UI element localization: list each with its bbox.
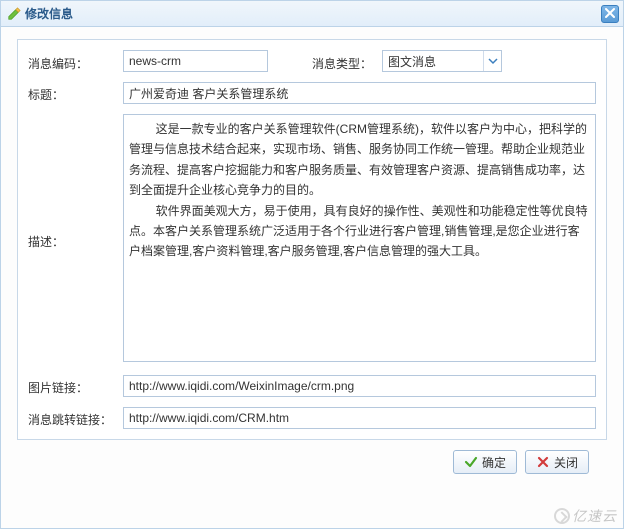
msg-code-input[interactable] <box>123 50 268 72</box>
row-description: 描述： <box>28 114 596 365</box>
jump-link-input[interactable] <box>123 407 596 429</box>
window-close-button[interactable] <box>601 5 619 23</box>
label-image-link: 图片链接： <box>28 375 123 396</box>
label-msg-type: 消息类型： <box>312 51 382 72</box>
ok-button-label: 确定 <box>482 454 506 471</box>
edit-info-window: 修改信息 消息编码： 消息类型： 图文消息 <box>0 0 624 529</box>
row-code-type: 消息编码： 消息类型： 图文消息 <box>28 50 596 72</box>
watermark-icon <box>554 508 570 524</box>
label-title: 标题： <box>28 82 123 103</box>
edit-icon <box>7 7 21 21</box>
watermark-text: 亿速云 <box>572 506 617 526</box>
window-title: 修改信息 <box>25 5 73 22</box>
title-input[interactable] <box>123 82 596 104</box>
image-link-input[interactable] <box>123 375 596 397</box>
button-bar: 确定 关闭 <box>17 440 607 474</box>
row-title: 标题： <box>28 82 596 104</box>
ok-button[interactable]: 确定 <box>453 450 517 474</box>
titlebar: 修改信息 <box>1 1 623 27</box>
form-body: 消息编码： 消息类型： 图文消息 标题： <box>1 27 623 482</box>
close-icon <box>605 7 615 21</box>
row-jump-link: 消息跳转链接： <box>28 407 596 429</box>
label-msg-code: 消息编码： <box>28 51 123 72</box>
label-description: 描述： <box>28 229 123 250</box>
description-textarea[interactable] <box>123 114 596 362</box>
label-jump-link: 消息跳转链接： <box>28 407 123 428</box>
msg-type-value: 图文消息 <box>388 53 483 70</box>
msg-type-select[interactable]: 图文消息 <box>382 50 502 72</box>
check-icon <box>464 455 478 469</box>
watermark: 亿速云 <box>554 506 617 526</box>
row-image-link: 图片链接： <box>28 375 596 397</box>
form-panel: 消息编码： 消息类型： 图文消息 标题： <box>17 39 607 440</box>
close-button[interactable]: 关闭 <box>525 450 589 474</box>
close-button-label: 关闭 <box>554 454 578 471</box>
x-icon <box>536 455 550 469</box>
chevron-down-icon <box>483 51 501 71</box>
